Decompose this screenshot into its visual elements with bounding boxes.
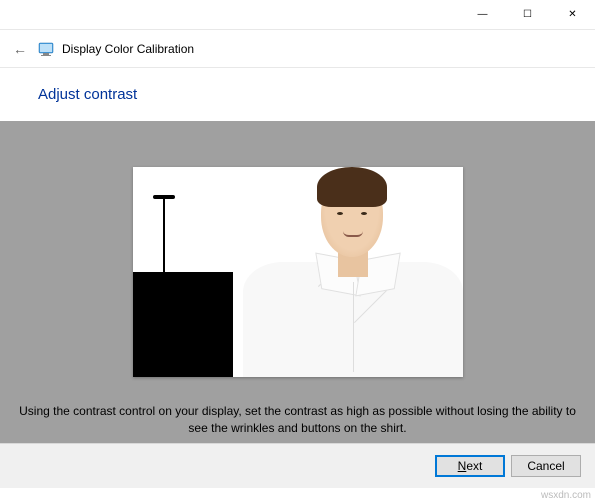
cancel-button[interactable]: Cancel (511, 455, 581, 477)
contrast-sample-image (133, 167, 463, 377)
app-title: Display Color Calibration (62, 42, 194, 56)
shirt-graphic (243, 262, 463, 377)
page-heading: Adjust contrast (38, 86, 595, 103)
back-button[interactable]: ← (10, 39, 30, 59)
watermark: wsxdn.com (541, 490, 591, 501)
heading-area: Adjust contrast (0, 68, 595, 121)
next-button[interactable]: Next (435, 455, 505, 477)
header-row: ← Display Color Calibration (0, 30, 595, 68)
display-calibration-icon (38, 41, 54, 57)
titlebar: — ☐ ✕ (0, 0, 595, 30)
minimize-button[interactable]: — (460, 0, 505, 29)
instruction-text: Using the contrast control on your displ… (0, 403, 595, 437)
maximize-button[interactable]: ☐ (505, 0, 550, 29)
wizard-footer: Next Cancel (0, 443, 595, 488)
close-button[interactable]: ✕ (550, 0, 595, 29)
content-area: Using the contrast control on your displ… (0, 121, 595, 443)
person-head (321, 177, 383, 257)
